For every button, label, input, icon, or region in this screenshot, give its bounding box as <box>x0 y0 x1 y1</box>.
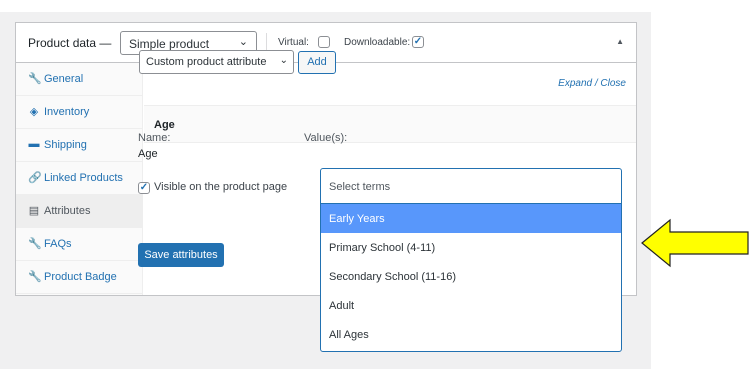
save-attributes-button[interactable]: Save attributes <box>138 243 224 267</box>
attribute-type-value: Custom product attribute <box>146 56 267 68</box>
terms-search-input[interactable]: Select terms <box>321 169 621 204</box>
visible-on-product-page-checkbox[interactable]: ✓ <box>138 182 150 194</box>
sidebar-item-label: Inventory <box>44 106 90 118</box>
dropdown-option[interactable]: Primary School (4-11) <box>321 233 621 262</box>
sidebar-item-label: FAQs <box>44 238 72 250</box>
sidebar-item-linked-products[interactable]: 🔗 Linked Products <box>16 162 143 195</box>
sidebar-item-label: Product Badge <box>44 271 117 283</box>
downloadable-label: Downloadable: <box>344 37 411 48</box>
link-icon: 🔗 <box>28 172 42 184</box>
values-label: Value(s): <box>304 132 348 144</box>
sidebar-item-product-badge[interactable]: 🔧 Product Badge <box>16 261 143 294</box>
dropdown-option[interactable]: Adult <box>321 291 621 320</box>
list-table-icon: ▤ <box>28 205 40 217</box>
chevron-down-icon: ⌄ <box>238 36 248 48</box>
dropdown-option[interactable]: Secondary School (11-16) <box>321 262 621 291</box>
sidebar-item-faqs[interactable]: 🔧 FAQs <box>16 228 143 261</box>
tag-icon: ◈ <box>29 106 39 118</box>
yellow-arrow-icon <box>641 218 749 268</box>
sidebar-item-general[interactable]: 🔧 General <box>16 63 143 96</box>
collapse-arrow-icon[interactable]: ▲ <box>616 37 624 46</box>
visible-on-product-page-label[interactable]: Visible on the product page <box>154 181 287 193</box>
attribute-type-select[interactable]: Custom product attribute ⌄ <box>139 50 294 74</box>
terms-dropdown[interactable]: Select terms Early Years Primary School … <box>320 168 622 352</box>
wrench-icon: 🔧 <box>28 238 42 250</box>
attribute-title: Age <box>154 119 175 131</box>
sidebar-item-inventory[interactable]: ◈ Inventory <box>16 96 143 129</box>
truck-icon: ▬ <box>28 138 40 150</box>
arrow-shape <box>641 218 749 268</box>
panel-title: Product data — <box>28 36 112 50</box>
name-label: Name: <box>138 132 171 144</box>
dropdown-option[interactable]: All Ages <box>321 320 621 349</box>
name-value: Age <box>138 148 158 160</box>
sidebar-item-label: Linked Products <box>44 172 123 184</box>
sidebar-item-attributes[interactable]: ▤ Attributes <box>16 195 143 228</box>
sidebar-item-label: General <box>44 73 84 85</box>
virtual-checkbox[interactable] <box>318 36 330 48</box>
expand-close-link[interactable]: Expand / Close <box>558 78 626 89</box>
virtual-label: Virtual: <box>278 37 309 48</box>
product-data-tabs: 🔧 General ◈ Inventory ▬ Shipping 🔗 Linked Produ… <box>16 63 143 295</box>
downloadable-checkbox[interactable]: ✓ <box>412 36 424 48</box>
dropdown-option[interactable]: Early Years <box>321 204 621 233</box>
product-type-value: Simple product <box>129 37 210 51</box>
add-attribute-button[interactable]: Add <box>298 51 336 74</box>
attribute-header[interactable]: Age <box>144 105 636 143</box>
wrench-icon: 🔧 <box>28 73 42 85</box>
wrench-icon: 🔧 <box>28 271 42 283</box>
sidebar-item-label: Shipping <box>44 139 87 151</box>
sidebar-item-shipping[interactable]: ▬ Shipping <box>16 129 143 162</box>
chevron-down-icon: ⌄ <box>279 55 288 66</box>
sidebar-item-label: Attributes <box>44 205 91 217</box>
